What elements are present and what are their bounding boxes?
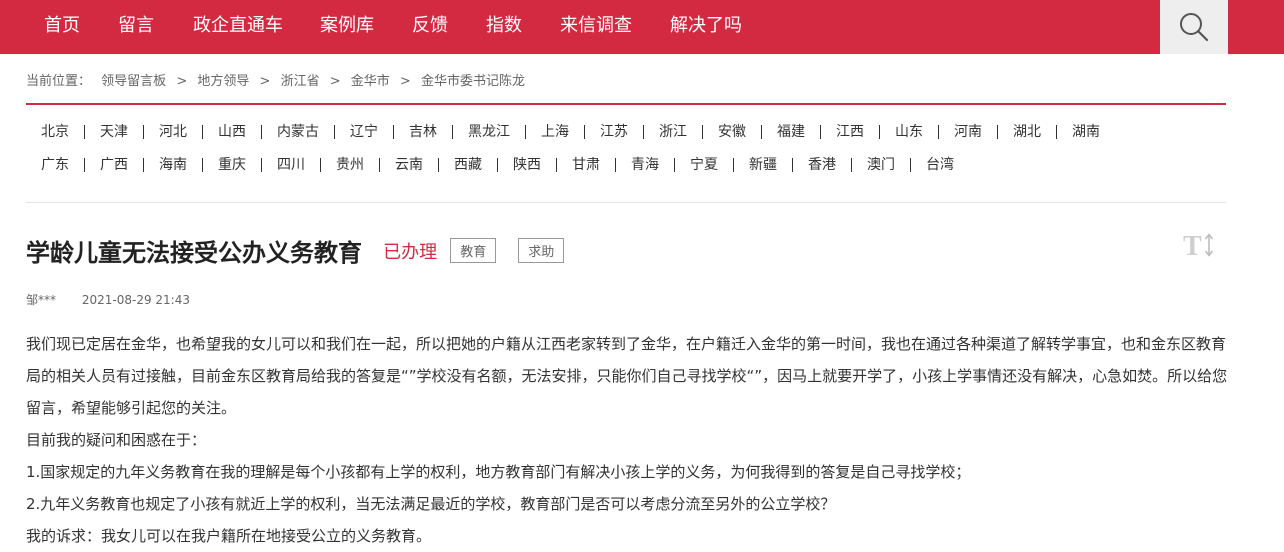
message-title: 学龄儿童无法接受公办义务教育 [26, 239, 362, 267]
nav-index[interactable]: 指数 [486, 0, 522, 54]
nav-message[interactable]: 留言 [118, 0, 154, 54]
province-link[interactable]: 吉林 [393, 125, 452, 139]
province-link[interactable]: 上海 [525, 125, 584, 139]
province-link[interactable]: 湖北 [997, 125, 1056, 139]
province-link[interactable]: 江西 [820, 125, 879, 139]
top-navigation: 首页 留言 政企直通车 案例库 反馈 指数 来信调查 解决了吗 [0, 0, 1284, 54]
province-link[interactable]: 台湾 [910, 158, 969, 172]
province-link[interactable]: 贵州 [320, 158, 379, 172]
province-link[interactable]: 甘肃 [556, 158, 615, 172]
paragraph: 2.九年义务教育也规定了小孩有就近上学的权利，当无法满足最近的学校，教育部门是否… [26, 495, 836, 513]
paragraph: 1.国家规定的九年义务教育在我的理解是每个小孩都有上学的权利，地方教育部门有解决… [26, 463, 971, 481]
province-link[interactable]: 重庆 [202, 158, 261, 172]
province-row: 广东 广西 海南 重庆 四川 贵州 云南 西藏 陕西 甘肃 青海 宁夏 新疆 香港 澳门 台湾 [26, 157, 1226, 190]
tag-help[interactable]: 求助 [518, 238, 565, 263]
province-link[interactable]: 宁夏 [674, 158, 733, 172]
province-navigation: 北京 天津 河北 山西 内蒙古 辽宁 吉林 黑龙江 上海 江苏 浙江 安徽 福建 江西 山东 河南 湖北 湖南 广… [26, 124, 1226, 190]
province-link[interactable]: 湖南 [1056, 125, 1115, 139]
province-link[interactable]: 河南 [938, 125, 997, 139]
province-link[interactable]: 广东 [26, 158, 84, 172]
breadcrumb-separator: > [399, 74, 411, 89]
message-body: 我们现已定居在金华，也希望我的女儿可以和我们在一起，所以把她的户籍从江西老家转到… [26, 328, 1228, 552]
province-link[interactable]: 北京 [26, 125, 84, 139]
province-link[interactable]: 山东 [879, 125, 938, 139]
province-link[interactable]: 河北 [143, 125, 202, 139]
font-size-icon: T [1183, 231, 1214, 262]
province-link[interactable]: 西藏 [438, 158, 497, 172]
province-link[interactable]: 山西 [202, 125, 261, 139]
province-link[interactable]: 澳门 [851, 158, 910, 172]
search-button[interactable] [1160, 0, 1228, 54]
font-size-toggle[interactable]: T [1183, 231, 1217, 262]
breadcrumb-local-leaders[interactable]: 地方领导 [197, 70, 249, 89]
post-date: 2021-08-29 21:43 [81, 293, 190, 307]
author: 邹*** [26, 293, 57, 307]
breadcrumb-separator: > [176, 74, 188, 89]
nav-survey[interactable]: 来信调查 [560, 0, 632, 54]
province-link[interactable]: 新疆 [733, 158, 792, 172]
nav-feedback[interactable]: 反馈 [412, 0, 448, 54]
breadcrumb-separator: > [259, 74, 271, 89]
status-badge: 已办理 [383, 241, 438, 263]
province-link[interactable]: 四川 [261, 158, 320, 172]
breadcrumb-jinhua[interactable]: 金华市 [351, 70, 390, 89]
breadcrumb-zhejiang[interactable]: 浙江省 [281, 70, 320, 89]
province-link[interactable]: 海南 [143, 158, 202, 172]
province-link[interactable]: 江苏 [584, 125, 643, 139]
province-row: 北京 天津 河北 山西 内蒙古 辽宁 吉林 黑龙江 上海 江苏 浙江 安徽 福建 江西 山东 河南 湖北 湖南 [26, 124, 1226, 157]
breadcrumb-prefix: 当前位置： [26, 74, 92, 89]
province-link[interactable]: 青海 [615, 158, 674, 172]
province-link[interactable]: 陕西 [497, 158, 556, 172]
province-link[interactable]: 辽宁 [334, 125, 393, 139]
search-icon [1180, 13, 1209, 42]
province-link[interactable]: 安徽 [702, 125, 761, 139]
paragraph: 目前我的疑问和困惑在于： [26, 431, 207, 449]
nav-case-library[interactable]: 案例库 [320, 0, 374, 54]
tag-education[interactable]: 教育 [450, 238, 497, 263]
message-header: 学龄儿童无法接受公办义务教育 已办理 教育 求助 [26, 233, 565, 268]
font-size-glyph: T [1183, 231, 1202, 259]
message-meta: 邹*** 2021-08-29 21:43 [26, 291, 190, 308]
nav-resolved[interactable]: 解决了吗 [670, 0, 742, 54]
paragraph: 我们现已定居在金华，也希望我的女儿可以和我们在一起，所以把她的户籍从江西老家转到… [26, 335, 1228, 417]
province-link[interactable]: 云南 [379, 158, 438, 172]
nav-gov-enterprise[interactable]: 政企直通车 [193, 0, 283, 54]
divider [26, 103, 1226, 105]
breadcrumb-leader-board[interactable]: 领导留言板 [101, 70, 166, 89]
province-link[interactable]: 天津 [84, 125, 143, 139]
province-link[interactable]: 福建 [761, 125, 820, 139]
province-link[interactable]: 浙江 [643, 125, 702, 139]
province-link[interactable]: 广西 [84, 158, 143, 172]
province-link[interactable]: 黑龙江 [452, 125, 525, 139]
breadcrumb-current-leader[interactable]: 金华市委书记陈龙 [421, 70, 525, 89]
divider [26, 202, 1226, 203]
breadcrumb: 当前位置： 领导留言板 > 地方领导 > 浙江省 > 金华市 > 金华市委书记陈… [26, 70, 525, 89]
province-link[interactable]: 内蒙古 [261, 125, 334, 139]
paragraph: 我的诉求：我女儿可以在我户籍所在地接受公立的义务教育。 [26, 527, 432, 545]
province-link[interactable]: 香港 [792, 158, 851, 172]
breadcrumb-separator: > [329, 74, 341, 89]
nav-home[interactable]: 首页 [44, 0, 80, 54]
